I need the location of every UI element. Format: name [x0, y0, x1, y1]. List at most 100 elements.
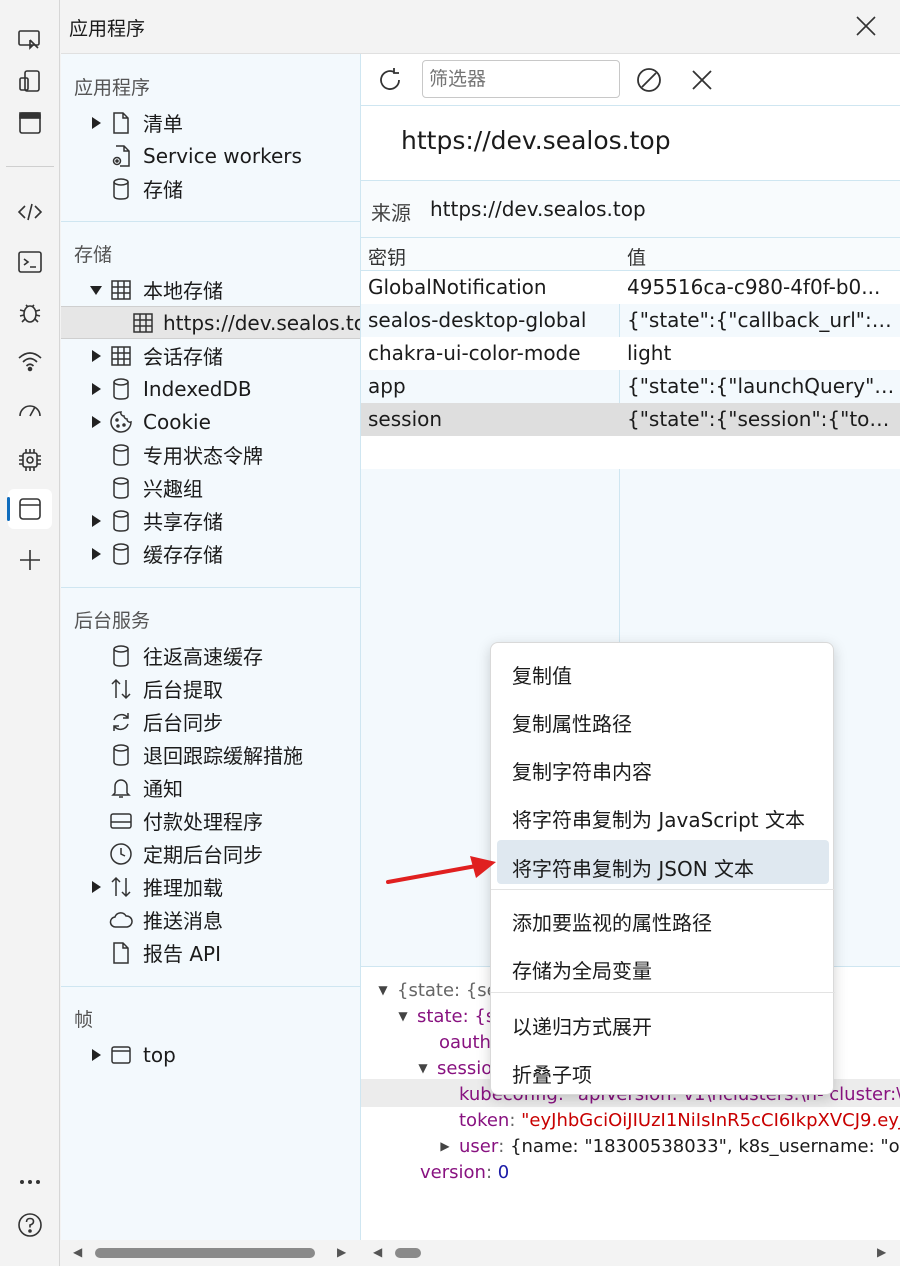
collapse-arrow-icon[interactable]: ▼ [415, 1061, 431, 1075]
menu-item-copy-as-json-literal[interactable]: 将字符串复制为 JSON 文本 [497, 840, 829, 884]
table-row[interactable]: GlobalNotification 495516ca-c980-4f0f-b0… [361, 271, 900, 304]
clock-icon [107, 840, 135, 868]
tree-item-speculative-loads[interactable]: 推理加载 [85, 870, 223, 903]
scrollbar-thumb[interactable] [95, 1248, 315, 1258]
add-tool-icon[interactable] [8, 540, 52, 580]
performance-gauge-icon[interactable] [8, 390, 52, 430]
tree-item-private-state-tokens[interactable]: 专用状态令牌 [85, 438, 263, 471]
document-icon [107, 939, 135, 967]
section-title-frames: 帧 [74, 1009, 94, 1031]
tree-item-cookie[interactable]: Cookie [85, 405, 211, 438]
tree-item-push-messaging[interactable]: 推送消息 [85, 903, 223, 936]
tree-item-cache-storage[interactable]: 缓存存储 [85, 537, 223, 570]
tree-item-interest-groups[interactable]: 兴趣组 [85, 471, 203, 504]
tree-item-shared-storage[interactable]: 共享存储 [85, 504, 223, 537]
tree-item-bfcache[interactable]: 往返高速缓存 [85, 639, 263, 672]
tree-item-manifest[interactable]: 清单 [85, 106, 183, 139]
more-options-icon[interactable] [8, 1162, 52, 1202]
menu-item-collapse-children[interactable]: 折叠子项 [497, 1046, 829, 1090]
tree-horizontal-scrollbar[interactable]: ◀ ▶ [61, 1240, 361, 1266]
gear-document-icon [107, 142, 135, 170]
expand-arrow-icon[interactable] [85, 349, 107, 363]
menu-item-copy-value[interactable]: 复制值 [497, 647, 829, 691]
tree-item-frame-top[interactable]: top [85, 1038, 176, 1071]
menu-item-copy-as-js-literal[interactable]: 将字符串复制为 JavaScript 文本 [497, 791, 829, 835]
empty-row [361, 436, 900, 469]
preview-horizontal-scrollbar[interactable]: ◀ ▶ [361, 1240, 900, 1266]
inspect-element-icon[interactable] [8, 20, 52, 60]
tree-node-session[interactable]: ▼ sessio [415, 1055, 492, 1081]
expand-arrow-icon[interactable] [85, 514, 107, 528]
refresh-icon [380, 68, 400, 90]
menu-item-copy-string-contents[interactable]: 复制字符串内容 [497, 743, 829, 787]
tree-item-local-storage[interactable]: 本地存储 [85, 273, 223, 306]
tree-item-notifications[interactable]: 通知 [85, 771, 183, 804]
block-clear-icon [637, 68, 661, 92]
section-title-storage: 存储 [74, 244, 113, 266]
scrollbar-thumb[interactable] [395, 1248, 421, 1258]
application-tree: 应用程序 清单 Service workers 存储 存储 本地存储 https… [61, 54, 361, 1240]
bug-icon[interactable] [8, 292, 52, 332]
up-down-arrows-icon [107, 675, 135, 703]
expand-arrow-icon[interactable] [85, 880, 107, 894]
context-menu: 复制值 复制属性路径 复制字符串内容 将字符串复制为 JavaScript 文本… [490, 642, 835, 1095]
collapse-arrow-icon[interactable]: ▼ [395, 1009, 411, 1023]
collapse-arrow-icon[interactable] [85, 284, 107, 296]
close-panel-button[interactable] [844, 6, 888, 46]
table-row-selected[interactable]: session {"state":{"session":{"toke... [361, 403, 900, 436]
tree-item-reporting-api[interactable]: 报告 API [85, 936, 221, 969]
tree-item-storage-overview[interactable]: 存储 [85, 172, 183, 205]
column-header-key[interactable]: 密钥 [368, 243, 406, 270]
expand-arrow-icon[interactable]: ▶ [437, 1139, 453, 1153]
tree-node-state[interactable]: ▼ state: {s [395, 1003, 495, 1029]
tree-node-version[interactable]: version: 0 [420, 1159, 509, 1185]
database-icon [107, 375, 135, 403]
table-row[interactable]: app {"state":{"launchQuery":... [361, 370, 900, 403]
tree-item-bounce-tracking[interactable]: 退回跟踪缓解措施 [85, 738, 303, 771]
menu-item-expand-recursively[interactable]: 以递归方式展开 [497, 998, 829, 1042]
section-title-background-services: 后台服务 [74, 610, 151, 632]
origin-label: 来源 [371, 201, 411, 225]
device-emulation-icon[interactable] [8, 61, 52, 101]
help-icon[interactable] [8, 1205, 52, 1245]
tree-item-background-sync[interactable]: 后台同步 [85, 705, 223, 738]
menu-item-copy-property-path[interactable]: 复制属性路径 [497, 695, 829, 739]
tree-item-session-storage[interactable]: 会话存储 [85, 339, 223, 372]
expand-arrow-icon[interactable] [85, 1048, 107, 1062]
up-down-arrows-icon [107, 873, 135, 901]
tree-node-oauth[interactable]: oauth [439, 1029, 491, 1055]
refresh-button[interactable] [372, 62, 408, 98]
grid-table-icon [107, 342, 135, 370]
tree-item-indexeddb[interactable]: IndexedDB [85, 372, 252, 405]
filter-input[interactable] [422, 60, 620, 98]
tree-item-payment-handler[interactable]: 付款处理程序 [85, 804, 263, 837]
elements-code-icon[interactable] [8, 192, 52, 232]
red-arrow-icon [386, 856, 496, 884]
tree-node-token[interactable]: token: "eyJhbGciOiJIUzI1NiIsInR5cCI6IkpX… [459, 1107, 900, 1133]
column-header-value[interactable]: 值 [627, 243, 646, 270]
cookie-icon [107, 408, 135, 436]
memory-chip-icon[interactable] [8, 440, 52, 480]
tree-item-background-fetch[interactable]: 后台提取 [85, 672, 223, 705]
clear-all-button[interactable] [631, 62, 667, 98]
tree-node-user[interactable]: ▶ user: {name: "18300538033", k8s_userna… [437, 1133, 900, 1159]
menu-item-store-global[interactable]: 存储为全局变量 [497, 942, 829, 986]
network-wifi-icon[interactable] [8, 341, 52, 381]
menu-item-add-watch[interactable]: 添加要监视的属性路径 [497, 894, 829, 938]
table-row[interactable]: chakra-ui-color-mode light [361, 337, 900, 370]
tree-item-local-storage-origin[interactable]: https://dev.sealos.top [61, 306, 360, 339]
expand-arrow-icon[interactable] [85, 382, 107, 396]
console-icon[interactable] [8, 242, 52, 282]
application-panel-icon[interactable] [7, 489, 52, 529]
database-icon [107, 441, 135, 469]
expand-arrow-icon[interactable] [85, 116, 107, 130]
tree-node-root[interactable]: ▼ {state: {ses [375, 977, 507, 1003]
welcome-window-icon[interactable] [8, 103, 52, 143]
delete-selected-button[interactable] [684, 62, 720, 98]
tree-item-periodic-sync[interactable]: 定期后台同步 [85, 837, 263, 870]
expand-arrow-icon[interactable] [85, 415, 107, 429]
collapse-arrow-icon[interactable]: ▼ [375, 983, 391, 997]
table-row[interactable]: sealos-desktop-global {"state":{"callbac… [361, 304, 900, 337]
expand-arrow-icon[interactable] [85, 547, 107, 561]
tree-item-service-workers[interactable]: Service workers [85, 139, 302, 172]
